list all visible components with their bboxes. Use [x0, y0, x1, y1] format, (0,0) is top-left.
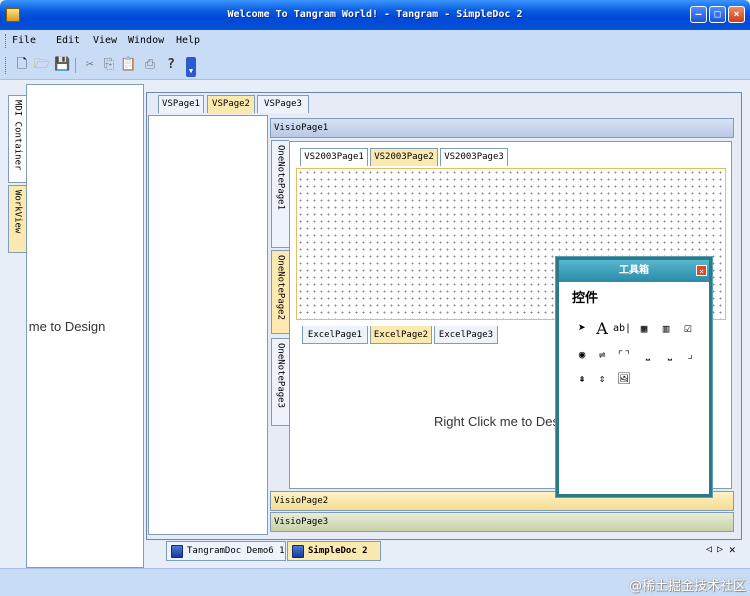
doc-tab-simpledoc2[interactable]: SimpleDoc 2: [287, 541, 381, 561]
menu-bar: File Edit View Window Help: [0, 30, 750, 52]
pointer-icon[interactable]: ➤: [573, 320, 591, 338]
tab-vs2003-page1[interactable]: VS2003Page1: [300, 148, 368, 166]
updown-icon[interactable]: ⇕: [593, 370, 611, 388]
maximize-button[interactable]: □: [709, 6, 726, 23]
doc-nav-next-icon[interactable]: ▷: [717, 544, 723, 555]
document-icon: [171, 545, 183, 558]
save-icon[interactable]: 💾: [54, 57, 70, 73]
cut-icon[interactable]: ✂: [82, 57, 98, 73]
toolbox-close-button[interactable]: ×: [696, 265, 707, 276]
doc-close-icon[interactable]: ✕: [729, 543, 736, 556]
tab-vspage1[interactable]: VSPage1: [158, 95, 204, 113]
tab-mdi-container-label: MDI Container: [12, 100, 23, 171]
button-icon[interactable]: ▦: [635, 320, 653, 338]
toolbar: 🗋 🗁 💾 ✂ ⎘ 📋 ⎙ ? ▼: [0, 52, 750, 80]
tab-onenote-page1-label: OneNotePage1: [275, 145, 286, 211]
tab-vspage3[interactable]: VSPage3: [257, 95, 309, 113]
radio-icon[interactable]: ◉: [573, 346, 591, 364]
paste-icon[interactable]: 📋: [120, 57, 136, 73]
visio-page3-bar[interactable]: VisioPage3: [270, 512, 734, 532]
copy-icon[interactable]: ⎘: [101, 57, 117, 73]
checkbox-icon[interactable]: ☑: [679, 320, 697, 338]
minimize-button[interactable]: –: [690, 6, 707, 23]
visio-page1-bar[interactable]: VisioPage1: [270, 118, 734, 138]
menu-file[interactable]: File: [12, 35, 36, 46]
tab-excel-page1[interactable]: ExcelPage1: [302, 326, 368, 344]
menu-help[interactable]: Help: [176, 35, 200, 46]
help-icon[interactable]: ?: [163, 57, 179, 73]
combobox-icon[interactable]: ⇌: [593, 346, 611, 364]
tab-onenote-page2[interactable]: OneNotePage2: [271, 250, 289, 334]
tab-onenote-page2-label: OneNotePage2: [275, 255, 286, 321]
doc-nav-prev-icon[interactable]: ◁: [706, 544, 712, 555]
doc-tab-tangramdoc-demo6[interactable]: TangramDoc Demo6 1: [166, 541, 286, 561]
print-icon[interactable]: ⎙: [142, 57, 158, 73]
design-hint-text-3: Right Click me to Design: [434, 414, 577, 429]
doc-tab-label-2: SimpleDoc 2: [308, 546, 368, 556]
tab-workview[interactable]: WorkView: [8, 185, 26, 253]
textbox-icon[interactable]: ab|: [613, 320, 631, 338]
tab-excel-page2[interactable]: ExcelPage2: [370, 326, 432, 344]
tab-onenote-page3-label: OneNotePage3: [275, 343, 286, 409]
menu-view[interactable]: View: [93, 35, 117, 46]
status-bar: @稀土掘金技术社区: [0, 568, 750, 596]
tab-workview-label: WorkView: [12, 190, 23, 234]
open-icon[interactable]: 🗁: [34, 57, 50, 73]
left-design-panel[interactable]: Right Click me to Design: [26, 84, 144, 568]
picture-icon[interactable]: 🖼: [615, 370, 633, 388]
label-icon[interactable]: A: [593, 320, 611, 338]
frame-icon[interactable]: ⌜⌝: [615, 346, 633, 364]
close-button[interactable]: ×: [728, 6, 745, 23]
title-bar: Welcome To Tangram World! - Tangram - Si…: [0, 0, 750, 30]
window-title: Welcome To Tangram World! - Tangram - Si…: [227, 9, 523, 20]
toolbox-title[interactable]: 工具箱: [559, 260, 709, 282]
new-icon[interactable]: 🗋: [14, 57, 30, 73]
toolbox-tab-controls[interactable]: 控件: [567, 288, 603, 310]
toolbar-grip[interactable]: [5, 57, 7, 74]
menu-edit[interactable]: Edit: [56, 35, 80, 46]
design-hint-text: Right Click me to Design: [27, 319, 106, 334]
slider-icon[interactable]: ⇞: [573, 370, 591, 388]
vspage-design-panel[interactable]: Right Click me to Design: [148, 115, 268, 535]
tab-vs2003-page2[interactable]: VS2003Page2: [370, 148, 438, 166]
spin-icon[interactable]: ⎵: [661, 346, 679, 364]
menu-grip[interactable]: [5, 34, 7, 48]
tab-vs2003-page3[interactable]: VS2003Page3: [440, 148, 508, 166]
groupbox-icon[interactable]: ▥: [657, 320, 675, 338]
toolbar-overflow-chevron[interactable]: ▼: [186, 57, 196, 77]
toolbar-separator: [75, 58, 76, 73]
watermark: @稀土掘金技术社区: [628, 579, 746, 594]
toolbox-window[interactable]: 工具箱 × 控件 ➤ A ab| ▦ ▥ ☑ ◉ ⇌ ⌜⌝ ⎵ ⎵ ⌟ ⇞ ⇕ …: [556, 257, 712, 497]
tab-onenote-page1[interactable]: OneNotePage1: [271, 140, 289, 248]
tab-mdi-container[interactable]: MDI Container: [8, 95, 26, 183]
menu-window[interactable]: Window: [128, 35, 164, 46]
tab-vspage2[interactable]: VSPage2: [207, 95, 255, 113]
scroll-icon[interactable]: ⌟: [681, 346, 699, 364]
tab-onenote-page3[interactable]: OneNotePage3: [271, 338, 289, 426]
line-icon[interactable]: ⎵: [639, 346, 657, 364]
tab-excel-page3[interactable]: ExcelPage3: [434, 326, 498, 344]
document-icon: [292, 545, 304, 558]
doc-tab-label-1: TangramDoc Demo6 1: [187, 546, 285, 556]
